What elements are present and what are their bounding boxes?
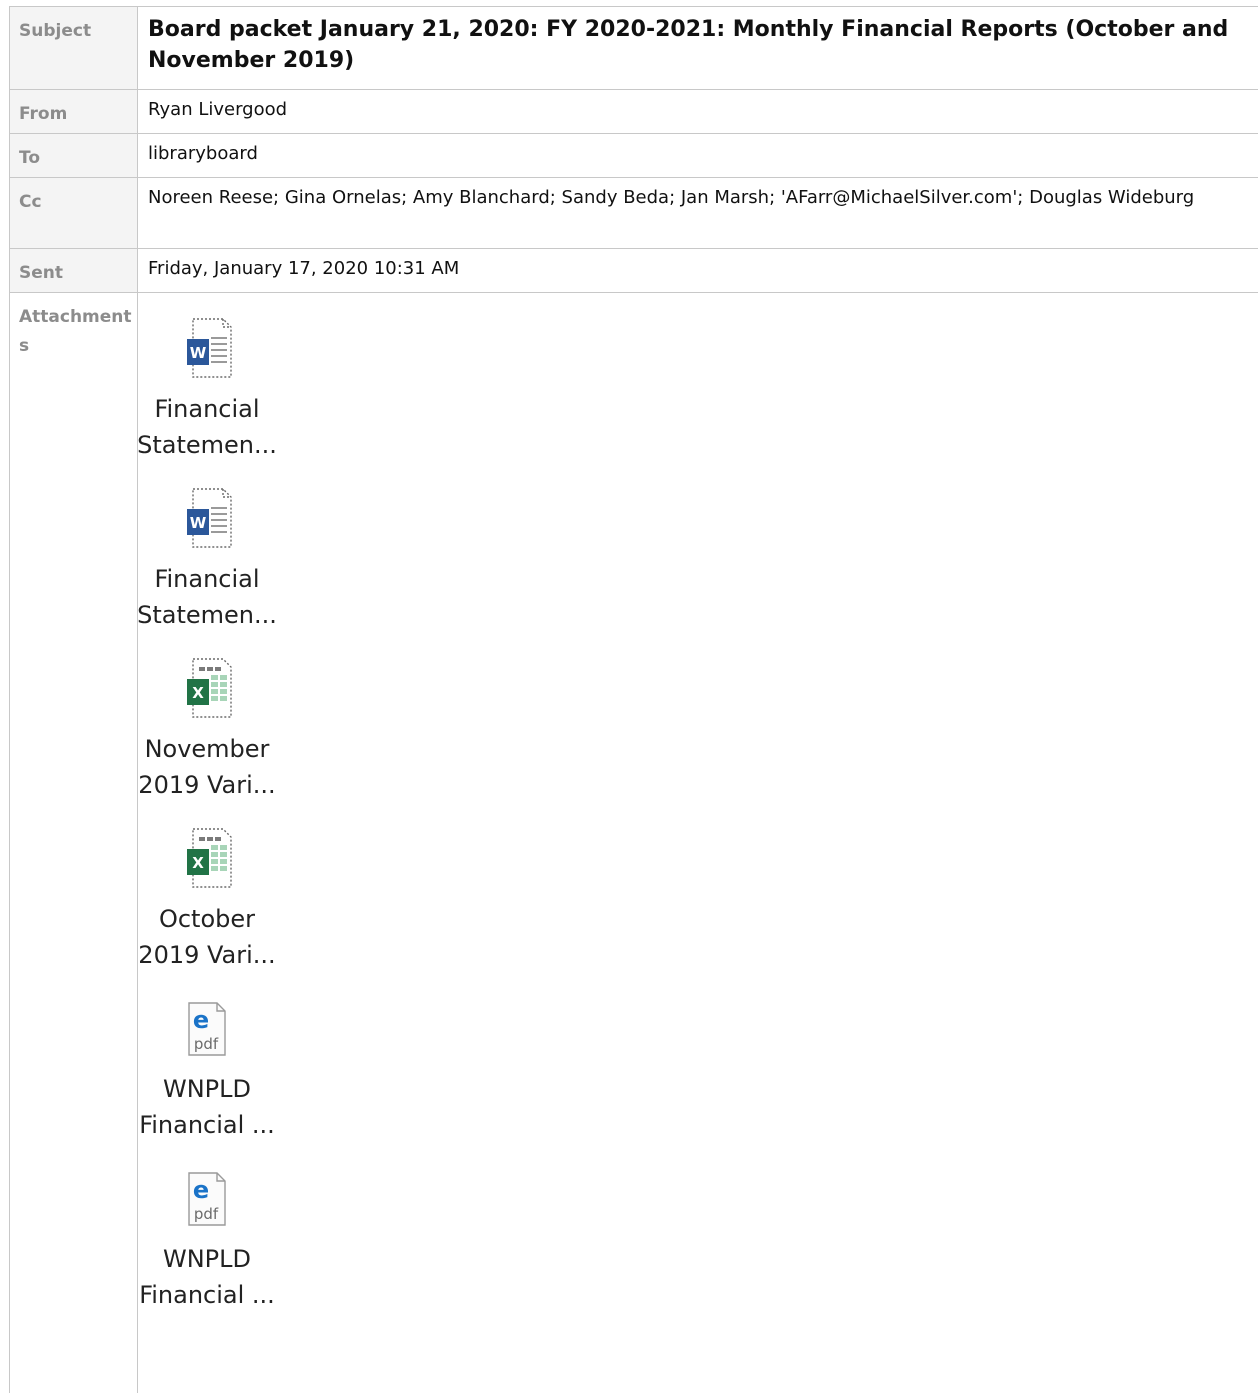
attachment-name-line1: WNPLD xyxy=(162,1075,251,1103)
word-document-icon: W xyxy=(137,310,277,385)
to-label: To xyxy=(9,134,138,177)
svg-text:pdf: pdf xyxy=(194,1035,219,1053)
attachment-name-line1: November xyxy=(144,735,270,763)
attachments-label: Attachments xyxy=(9,293,138,1393)
svg-text:X: X xyxy=(192,684,204,702)
sent-value: Friday, January 17, 2020 10:31 AM xyxy=(148,258,460,279)
svg-text:W: W xyxy=(190,514,207,532)
pdf-file-icon: e pdf xyxy=(137,990,277,1065)
attachment-item[interactable]: W Financial Statemen... xyxy=(137,480,277,633)
svg-text:e: e xyxy=(193,1176,209,1204)
attachments-row: Attachments W Financial Statemen... W Fi… xyxy=(9,292,1258,1393)
attachment-name-line2: Statemen... xyxy=(137,601,277,629)
svg-text:W: W xyxy=(190,344,207,362)
subject-value: Board packet January 21, 2020: FY 2020-2… xyxy=(148,17,1229,73)
cc-label: Cc xyxy=(9,178,138,248)
svg-text:pdf: pdf xyxy=(194,1205,219,1223)
attachment-name-line1: Financial xyxy=(154,395,260,423)
word-document-icon: W xyxy=(137,480,277,555)
attachment-item[interactable]: e pdf WNPLD Financial ... xyxy=(137,1160,277,1313)
subject-label: Subject xyxy=(9,7,138,89)
attachment-item[interactable]: e pdf WNPLD Financial ... xyxy=(137,990,277,1143)
attachment-item[interactable]: W Financial Statemen... xyxy=(137,310,277,463)
attachment-name-line1: WNPLD xyxy=(162,1245,251,1273)
excel-spreadsheet-icon: X xyxy=(137,650,277,725)
cc-value[interactable]: Noreen Reese; Gina Ornelas; Amy Blanchar… xyxy=(138,178,1258,248)
sent-label: Sent xyxy=(9,249,138,292)
attachment-item[interactable]: X November 2019 Vari... xyxy=(137,650,277,803)
attachment-item[interactable]: X October 2019 Vari... xyxy=(137,820,277,973)
attachment-name-line2: 2019 Vari... xyxy=(138,771,276,799)
from-value[interactable]: Ryan Livergood xyxy=(138,90,1258,133)
attachment-name-line2: 2019 Vari... xyxy=(138,941,276,969)
email-header-table: Subject Board packet January 21, 2020: F… xyxy=(9,6,1258,1393)
attachment-name-line2: Financial ... xyxy=(139,1111,275,1139)
attachment-name-line1: Financial xyxy=(154,565,260,593)
cc-row: Cc Noreen Reese; Gina Ornelas; Amy Blanc… xyxy=(9,177,1258,248)
svg-text:X: X xyxy=(192,854,204,872)
subject-row: Subject Board packet January 21, 2020: F… xyxy=(9,6,1258,89)
pdf-file-icon: e pdf xyxy=(137,1160,277,1235)
to-value[interactable]: libraryboard xyxy=(138,134,1258,177)
attachment-name-line2: Financial ... xyxy=(139,1281,275,1309)
attachment-name-line1: October xyxy=(158,905,256,933)
svg-text:e: e xyxy=(193,1006,209,1034)
from-label: From xyxy=(9,90,138,133)
attachment-name-line2: Statemen... xyxy=(137,431,277,459)
attachments-list: W Financial Statemen... W Financial Stat… xyxy=(137,293,1258,1393)
to-row: To libraryboard xyxy=(9,133,1258,177)
from-row: From Ryan Livergood xyxy=(9,89,1258,133)
excel-spreadsheet-icon: X xyxy=(137,820,277,895)
sent-row: Sent Friday, January 17, 2020 10:31 AM xyxy=(9,248,1258,292)
